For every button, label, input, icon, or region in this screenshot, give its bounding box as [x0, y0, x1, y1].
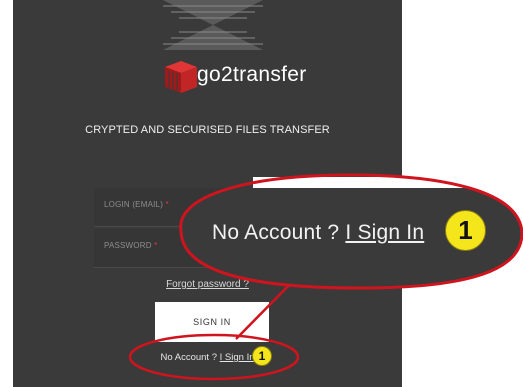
zoom-sign-up-link[interactable]: I Sign In	[345, 221, 424, 244]
zoom-no-account-text: No Account ?	[212, 221, 340, 244]
step-badge-large: 1	[445, 210, 486, 251]
small-highlight-ellipse	[128, 333, 300, 381]
annotation-overlay	[128, 173, 523, 381]
zoom-callout-text: No Account ? I Sign In	[212, 221, 424, 245]
